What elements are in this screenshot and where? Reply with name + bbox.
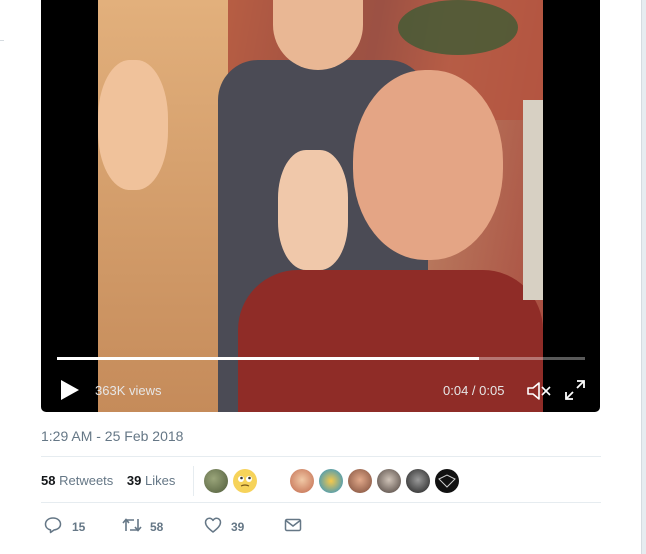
fullscreen-icon[interactable] [564, 379, 586, 401]
avatar[interactable] [406, 469, 430, 493]
video-progress-bar[interactable] [57, 357, 585, 360]
reply-icon [44, 517, 62, 534]
video-frame[interactable] [98, 0, 543, 412]
avatar[interactable] [204, 469, 228, 493]
heart-icon [204, 517, 222, 533]
avatar[interactable] [319, 469, 343, 493]
video-player[interactable]: 363K views 0:04 / 0:05 [41, 0, 600, 412]
video-progress-fill [57, 357, 480, 360]
likes-stat[interactable]: 39 Likes [127, 473, 175, 488]
divider [0, 40, 4, 41]
divider [41, 502, 601, 503]
tweet-timestamp[interactable]: 1:29 AM - 25 Feb 2018 [41, 428, 183, 444]
muted-speaker-icon[interactable] [526, 380, 552, 402]
avatar[interactable] [348, 469, 372, 493]
divider [41, 456, 601, 457]
retweet-count: 58 [150, 520, 164, 534]
divider [193, 466, 194, 496]
retweet-icon [122, 518, 142, 532]
avatar[interactable] [377, 469, 401, 493]
reply-count: 15 [72, 520, 86, 534]
envelope-icon [284, 518, 302, 532]
avatar[interactable] [290, 469, 314, 493]
video-time: 0:04 / 0:05 [443, 383, 505, 398]
retweets-stat[interactable]: 58 Retweets [41, 473, 113, 488]
avatar[interactable] [435, 469, 459, 493]
view-count: 363K views [95, 383, 162, 398]
tweet-card: 363K views 0:04 / 0:05 1:29 AM - 25 Feb … [0, 0, 642, 554]
like-count: 39 [231, 520, 245, 534]
avatar[interactable] [233, 469, 257, 493]
engagement-stats: 58 Retweets 39 Likes [41, 473, 185, 488]
play-icon[interactable] [59, 378, 81, 402]
